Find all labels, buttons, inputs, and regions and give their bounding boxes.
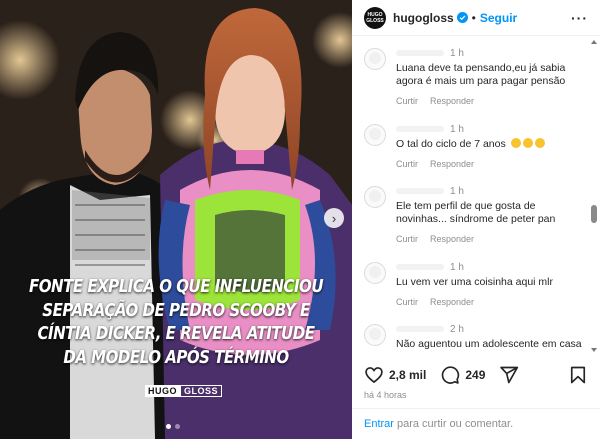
scroll-down-icon[interactable] [591, 348, 597, 352]
commenter-avatar[interactable] [364, 324, 386, 346]
comment-text: Lu vem ver uma coisinha aqui mlr [396, 276, 553, 288]
avatar[interactable]: HUGO GLOSS [364, 6, 386, 29]
comment-item: 1 h Ele tem perfil de que gosta de novin… [364, 186, 584, 244]
comment-meta: 1 h [396, 186, 584, 198]
carousel-dot [175, 424, 180, 429]
chevron-right-icon: › [331, 210, 337, 226]
emoji-icon [510, 138, 521, 148]
headline-line: CÍNTIA DICKER, E REVELA ATITUDE [37, 324, 315, 344]
carousel-indicator [166, 424, 180, 429]
comments-count[interactable]: 249 [465, 368, 485, 382]
post-timestamp[interactable]: há 4 horas [364, 390, 407, 400]
comment-item: 2 h Não aguentou um adolescente em casa [364, 324, 584, 351]
comment-time: 1 h [450, 186, 464, 197]
carousel-dot [166, 424, 171, 429]
post-actions-bar: 2,8 mil 249 [364, 362, 588, 388]
comment-item: 1 h Lu vem ver uma coisinha aqui mlr Cur… [364, 262, 584, 307]
comment-like-button[interactable]: Curtir [396, 234, 418, 244]
login-link[interactable]: Entrar [364, 418, 394, 430]
comment-text: Luana deve ta pensando,eu já sabia agora… [396, 62, 566, 87]
comment-text: Ele tem perfil de que gosta de novinhas.… [396, 200, 556, 225]
headline-line: FONTE EXPLICA O QUE INFLUENCIOU [28, 277, 324, 297]
share-icon[interactable] [499, 365, 519, 385]
post-media[interactable]: FONTE EXPLICA O QUE INFLUENCIOU SEPARAÇÃ… [0, 0, 352, 439]
follow-button[interactable]: Seguir [480, 11, 517, 25]
comment-like-button[interactable]: Curtir [396, 96, 418, 106]
comment-time: 1 h [450, 262, 464, 273]
add-comment-bar: Entrar para curtir ou comentar. [352, 408, 600, 439]
scrollbar-thumb[interactable] [591, 205, 597, 223]
comment-time: 2 h [450, 324, 464, 335]
likes-count[interactable]: 2,8 mil [389, 368, 426, 382]
headline-line: SEPARAÇÃO DE PEDRO SCOOBY E [42, 300, 310, 321]
more-options-icon[interactable]: ··· [571, 10, 588, 26]
emoji-icon [534, 138, 545, 148]
photo-scene [0, 0, 352, 439]
username-link[interactable]: hugogloss [393, 11, 454, 25]
comment-item: 1 h O tal do ciclo de 7 anos Curtir Resp… [364, 124, 584, 169]
comment-meta: 1 h [396, 48, 584, 60]
comment-item: 1 h Luana deve ta pensando,eu já sabia a… [364, 48, 584, 106]
comment-meta: 1 h [396, 124, 584, 136]
comment-text: Não aguentou um adolescente em casa [396, 338, 582, 350]
comment-reply-button[interactable]: Responder [430, 234, 474, 244]
emoji-icon [522, 138, 533, 148]
comments-scrollbar[interactable] [590, 40, 598, 352]
comment-reply-button[interactable]: Responder [430, 159, 474, 169]
comment-meta: 1 h [396, 262, 584, 274]
comment-text: O tal do ciclo de 7 anos [396, 138, 506, 150]
comment-meta: 2 h [396, 324, 584, 336]
commenter-avatar[interactable] [364, 262, 386, 284]
scroll-up-icon[interactable] [591, 40, 597, 44]
post-headline: FONTE EXPLICA O QUE INFLUENCIOU SEPARAÇÃ… [25, 276, 328, 370]
watermark-part2: GLOSS [180, 385, 223, 397]
post-header: HUGO GLOSS hugogloss • Seguir ··· [352, 0, 600, 36]
comment-like-button[interactable]: Curtir [396, 297, 418, 307]
comment-like-button[interactable]: Curtir [396, 159, 418, 169]
comment-time: 1 h [450, 124, 464, 135]
comment-reply-button[interactable]: Responder [430, 96, 474, 106]
add-comment-text: para curtir ou comentar. [396, 418, 514, 430]
commenter-avatar[interactable] [364, 48, 386, 70]
heart-icon[interactable] [364, 365, 384, 385]
headline-line: DA MODELO APÓS TÉRMINO [63, 347, 289, 368]
comment-icon[interactable] [440, 365, 460, 385]
commenter-avatar[interactable] [364, 186, 386, 208]
avatar-text-2: GLOSS [366, 17, 384, 24]
comments-list[interactable]: 1 h Luana deve ta pensando,eu já sabia a… [352, 36, 588, 356]
bookmark-icon[interactable] [568, 365, 588, 385]
post-side-panel: HUGO GLOSS hugogloss • Seguir ··· 1 h Lu… [352, 0, 600, 439]
comment-time: 1 h [450, 48, 464, 59]
comment-text-row: O tal do ciclo de 7 anos [396, 138, 584, 151]
carousel-next-button[interactable]: › [324, 208, 344, 228]
comment-reply-button[interactable]: Responder [430, 297, 474, 307]
separator-dot: • [471, 10, 476, 25]
verified-icon [456, 12, 468, 23]
commenter-avatar[interactable] [364, 124, 386, 146]
watermark-part1: HUGO [145, 385, 180, 397]
hugogloss-watermark: HUGO GLOSS [145, 385, 223, 397]
